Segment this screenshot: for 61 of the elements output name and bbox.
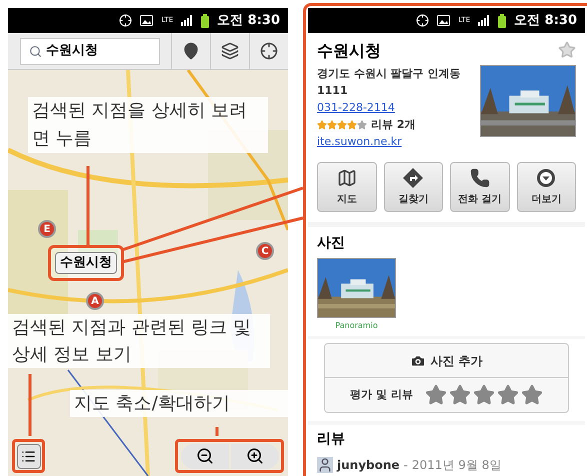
zoom-in-button[interactable] [230, 444, 278, 468]
address-text: 경기도 수원시 팔달구 인계동 1111 [317, 66, 462, 99]
search-icon [29, 44, 42, 58]
review-author: junybone [337, 456, 400, 474]
picture-icon [140, 15, 154, 26]
layers-icon [221, 42, 239, 60]
section-heading: 리뷰 [317, 430, 346, 449]
battery-icon [498, 14, 506, 28]
place-label[interactable]: 수원시청 [55, 252, 117, 274]
zoom-out-icon [196, 447, 214, 465]
gps-icon [416, 14, 430, 27]
website-link[interactable]: ite.suwon.ne.kr [317, 133, 402, 150]
action-button[interactable]: 더보기 [516, 162, 576, 212]
rate-star-icon[interactable] [448, 384, 471, 406]
pin-icon [182, 42, 200, 60]
leader-line [28, 374, 32, 436]
favorite-star-icon[interactable] [558, 41, 576, 59]
signal-icon [478, 15, 490, 26]
separator-dash: - [404, 456, 408, 474]
gps-icon [119, 14, 132, 27]
photo-source: Panoramio [335, 320, 378, 332]
status-time: 오전 8:30 [217, 12, 280, 30]
location-icon [260, 42, 278, 60]
section-heading: 사진 [317, 234, 346, 253]
rating-star-icon [317, 120, 327, 130]
signal-icon [181, 15, 194, 26]
rate-star-icon[interactable] [472, 384, 495, 406]
phone-link[interactable]: 031-228-2114 [317, 99, 395, 116]
zoom-out-button[interactable] [180, 444, 228, 468]
action-button[interactable]: 지도 [317, 162, 376, 212]
search-field[interactable]: 수원시청 [20, 38, 160, 64]
map-icon [336, 168, 357, 188]
battery-icon [201, 14, 210, 28]
camera-icon [410, 352, 426, 369]
add-photo-button[interactable]: 사진 추가 [325, 344, 568, 378]
more-icon [536, 168, 556, 188]
list-icon [21, 448, 36, 464]
action-button[interactable]: 길찾기 [384, 162, 443, 212]
review-date: 2011년 9월 8일 [412, 456, 502, 474]
rating-star-icon [357, 120, 367, 130]
turn-sign-icon [403, 168, 424, 188]
status-time: 오전 8:30 [514, 12, 577, 30]
action-button[interactable]: 전화 걸기 [450, 162, 510, 212]
list-button[interactable] [16, 444, 40, 468]
rating-star-icon [347, 120, 357, 130]
rating-star-icon [337, 120, 347, 130]
leader-line [216, 427, 218, 436]
picture-icon [437, 15, 450, 26]
rate-star-icon[interactable] [496, 384, 519, 406]
avatar-icon [317, 456, 333, 473]
callout-box: 검색된 지점과 관련된 링크 및 상세 정보 보기 [8, 314, 270, 368]
rate-star-icon[interactable] [520, 384, 543, 406]
place-title: 수원시청 [317, 40, 381, 62]
phone-icon [470, 168, 490, 188]
zoom-in-icon [246, 447, 264, 465]
rate-label: 평가 및 리뷰 [350, 387, 413, 404]
callout-box: 지도 축소/확대하기 [70, 390, 288, 417]
rate-star-icon[interactable] [424, 384, 447, 406]
rating-star-icon [327, 120, 337, 130]
review-count: 리뷰 2개 [371, 117, 416, 133]
callout-box: 검색된 지점을 상세히 보려면 누름 [28, 97, 268, 153]
